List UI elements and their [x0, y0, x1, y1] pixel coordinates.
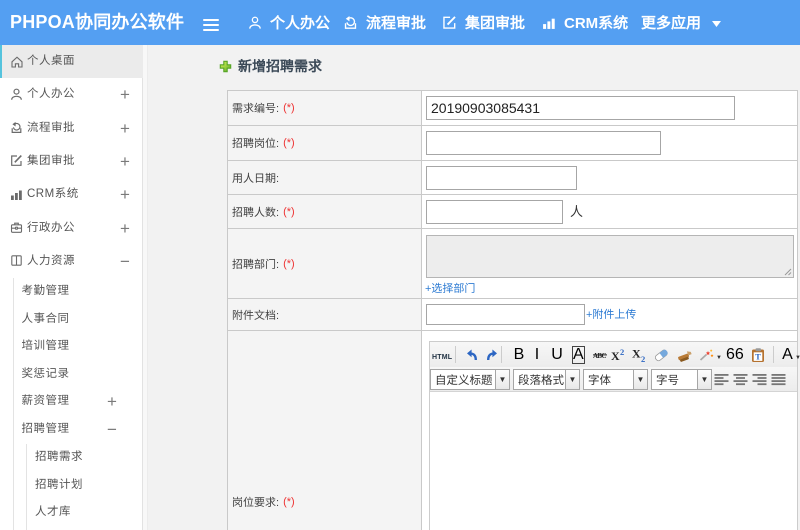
svg-text:2: 2: [641, 354, 645, 363]
svg-text:T: T: [755, 351, 761, 361]
svg-text:X: X: [632, 347, 641, 360]
svg-text:X: X: [611, 349, 620, 362]
svg-text:2: 2: [620, 348, 624, 357]
svg-text:ABC: ABC: [593, 352, 607, 360]
